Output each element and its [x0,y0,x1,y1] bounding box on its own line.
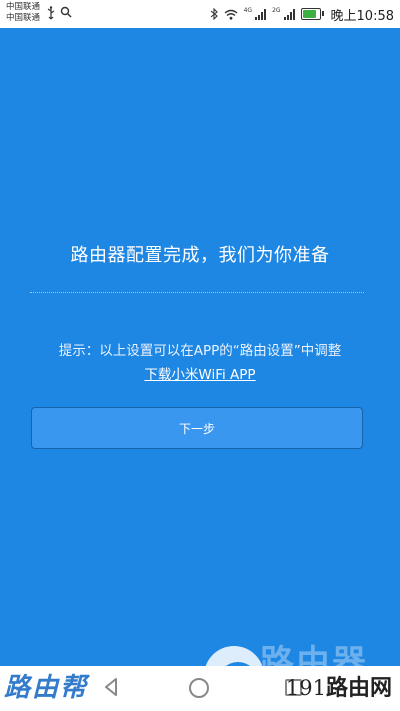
status-right: 4G 2G 晚上10:58 [210,4,394,24]
home-icon[interactable] [189,678,209,698]
hint-text: 提示：以上设置可以在APP的“路由设置”中调整 [58,343,342,359]
app-link-row: 下载小米WiFi APP [0,363,400,383]
next-button[interactable]: 下一步 [31,407,363,449]
watermark-right: 191路由网 [286,666,392,711]
carrier-2: 中国联通 [6,13,41,23]
wifi-icon [224,9,238,20]
signal-1-icon [255,8,267,20]
battery-fill [302,10,316,18]
search-icon [60,6,72,18]
carrier-1: 中国联通 [6,2,41,12]
battery-icon [300,8,324,20]
page-title: 路由器配置完成，我们为你准备 [70,245,330,266]
screen: 中国联通 中国联通 4G 2G 晚上10:58 路由器配置完成，我们为你准备 提… [0,0,400,711]
dotted-divider [30,292,364,293]
status-bar: 中国联通 中国联通 4G 2G 晚上10:58 [0,0,400,28]
watermark-left: 路由帮 [4,673,89,703]
clock: 晚上10:58 [330,8,394,24]
download-app-link[interactable]: 下载小米WiFi APP [144,367,255,383]
network-label-1: 4G [243,6,253,14]
back-icon[interactable] [104,678,118,696]
carrier-labels: 中国联通 中国联通 [6,2,40,24]
bluetooth-icon [210,8,218,20]
watermark-site-name: 路由网 [325,676,392,701]
watermark-number: 191 [285,676,326,700]
usb-icon [47,6,55,20]
network-label-2: 2G [272,6,281,14]
signal-2-icon [283,8,295,20]
